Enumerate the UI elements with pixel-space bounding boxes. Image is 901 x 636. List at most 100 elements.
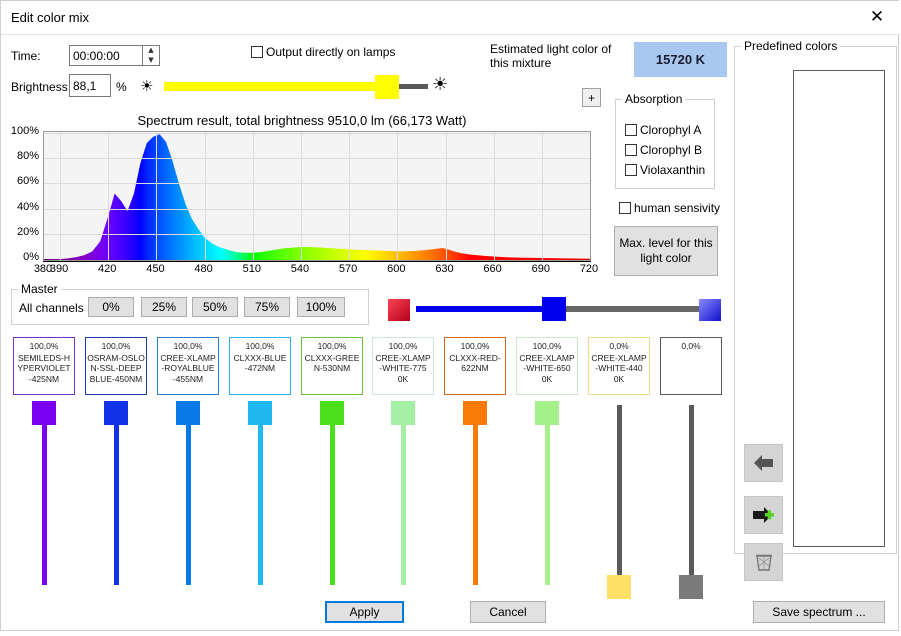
master-button-0pct[interactable]: 0% <box>88 297 134 317</box>
master-slider-fill[interactable] <box>416 306 551 312</box>
channel-slider-track[interactable] <box>42 405 47 585</box>
channel-percent: 100,0% <box>388 341 418 351</box>
channel-card[interactable]: 100,0% CLXXX-GREE N-530NM <box>301 337 363 395</box>
channel-slider-track[interactable] <box>114 405 119 585</box>
max-level-button-label: Max. level for this light color <box>619 236 713 265</box>
predefined-colors-list[interactable] <box>793 70 885 547</box>
spectrum-area <box>44 134 590 260</box>
output-directly-checkbox[interactable] <box>251 46 263 58</box>
channel-name-line: CREE-XLAMP <box>375 352 431 363</box>
channel-slider-thumb[interactable] <box>320 401 344 425</box>
channel-slider-track[interactable] <box>473 405 478 585</box>
chart-x-tick: 510 <box>242 263 261 275</box>
violaxanthin-checkbox[interactable] <box>625 164 637 176</box>
channel-card[interactable]: 100,0% CREE-XLAMP -WHITE-650 0K <box>516 337 578 395</box>
brightness-label: Brightness: <box>11 80 72 94</box>
channel-card[interactable]: 0,0% CREE-XLAMP -WHITE-440 0K <box>588 337 650 395</box>
master-button-25pct[interactable]: 25% <box>141 297 187 317</box>
channel-percent: 0,0% <box>609 341 629 351</box>
master-button-75pct[interactable]: 75% <box>244 297 290 317</box>
master-button-label: 75% <box>254 300 280 314</box>
channel-slider-thumb[interactable] <box>248 401 272 425</box>
channel-percent: 100,0% <box>173 341 203 351</box>
arrow-right-plus-icon[interactable] <box>744 496 783 534</box>
title-divider <box>1 34 900 35</box>
chart-gridline-v <box>252 132 254 260</box>
channel-slider-track[interactable] <box>545 405 550 585</box>
channel-slider-thumb[interactable] <box>463 401 487 425</box>
percent-label: % <box>116 80 127 94</box>
channel-card[interactable]: 100,0% SEMILEDS-H YPERVIOLET -425NM <box>13 337 75 395</box>
chart-gridline-v <box>397 132 399 260</box>
chart-x-tick: 540 <box>290 263 310 275</box>
channel-name-line: -WHITE-775 <box>379 363 427 373</box>
channel-slider-track[interactable] <box>330 405 335 585</box>
title-bar: Edit color mix ✕ <box>1 1 900 35</box>
channel-slider-thumb[interactable] <box>391 401 415 425</box>
chart-gridline-v <box>349 132 351 260</box>
channel-card[interactable]: 100,0% CREE-XLAMP -ROYALBLUE -455NM <box>157 337 219 395</box>
chart-plot-area <box>43 131 591 261</box>
channel-slider-track[interactable] <box>401 405 406 585</box>
master-button-50pct[interactable]: 50% <box>192 297 238 317</box>
channel-slider-thumb[interactable] <box>607 575 631 599</box>
chart-x-axis <box>43 261 591 262</box>
channel-slider-thumb[interactable] <box>176 401 200 425</box>
channel-card[interactable]: 0,0% <box>660 337 722 395</box>
violaxanthin-label: Violaxanthin <box>640 163 706 177</box>
stepper-up-icon[interactable]: ▲ <box>143 46 159 55</box>
chart-gridline-v <box>300 132 302 260</box>
master-slider-track[interactable] <box>561 306 699 312</box>
chart-x-tick: 420 <box>98 263 117 275</box>
cancel-button-label: Cancel <box>489 605 527 619</box>
brightness-input[interactable] <box>69 74 111 97</box>
stepper-down-icon[interactable]: ▼ <box>143 56 159 65</box>
channel-card[interactable]: 100,0% OSRAM-OSLO N-SSL-DEEP BLUE-450NM <box>85 337 147 395</box>
channel-slider-thumb[interactable] <box>32 401 56 425</box>
channel-name-line: -455NM <box>172 373 204 384</box>
human-sensitivity-checkbox[interactable] <box>619 202 631 214</box>
estimated-color-swatch: 15720 K <box>634 42 727 77</box>
channel-name-line: -WHITE-650 <box>523 363 571 373</box>
channel-slider-track[interactable] <box>689 405 694 585</box>
clorophyl-b-checkbox[interactable] <box>625 144 637 156</box>
channel-slider-track[interactable] <box>258 405 263 585</box>
all-channels-label: All channels <box>19 301 84 315</box>
expand-plus-button[interactable]: + <box>582 88 601 107</box>
chart-gridline-v <box>204 132 206 260</box>
channel-name-line: CLXXX-BLUE <box>233 352 287 363</box>
brightness-slider-thumb[interactable] <box>375 75 399 99</box>
channel-slider-thumb[interactable] <box>535 401 559 425</box>
cancel-button[interactable]: Cancel <box>470 601 546 623</box>
chart-y-tick: 20% <box>16 225 39 238</box>
channel-slider-thumb[interactable] <box>104 401 128 425</box>
absorption-group-title: Absorption <box>622 92 686 106</box>
channel-name-line: N-530NM <box>313 363 351 373</box>
master-slider-thumb[interactable] <box>542 297 566 321</box>
channel-percent: 0,0% <box>681 341 701 351</box>
channel-slider-track[interactable] <box>186 405 191 585</box>
channel-card[interactable]: 100,0% CLXXX-RED- 622NM <box>444 337 506 395</box>
channel-slider-thumb[interactable] <box>679 575 703 599</box>
clorophyl-a-checkbox[interactable] <box>625 124 637 136</box>
max-level-button[interactable]: Max. level for this light color <box>614 226 718 276</box>
chart-x-tick: 660 <box>483 263 502 275</box>
master-right-swatch <box>699 299 721 321</box>
master-button-100pct[interactable]: 100% <box>297 297 345 317</box>
channel-name-line: OSRAM-OSLO <box>87 352 145 363</box>
channel-percent: 100,0% <box>245 341 275 351</box>
close-icon[interactable]: ✕ <box>854 1 900 33</box>
channel-name-line: BLUE-450NM <box>89 373 143 384</box>
channel-card[interactable]: 100,0% CREE-XLAMP -WHITE-775 0K <box>372 337 434 395</box>
apply-button[interactable]: Apply <box>325 601 404 623</box>
channel-slider-track[interactable] <box>617 405 622 585</box>
chart-x-tick: 720 <box>579 263 599 275</box>
channel-card[interactable]: 100,0% CLXXX-BLUE -472NM <box>229 337 291 395</box>
time-input[interactable] <box>69 45 143 66</box>
arrow-left-icon[interactable] <box>744 444 783 482</box>
time-stepper[interactable]: ▲ ▼ <box>142 45 160 66</box>
save-spectrum-button[interactable]: Save spectrum ... <box>753 601 885 623</box>
chart-y-tick: 40% <box>16 200 39 213</box>
brightness-slider-fill[interactable] <box>164 82 386 91</box>
trash-icon[interactable] <box>744 543 783 581</box>
